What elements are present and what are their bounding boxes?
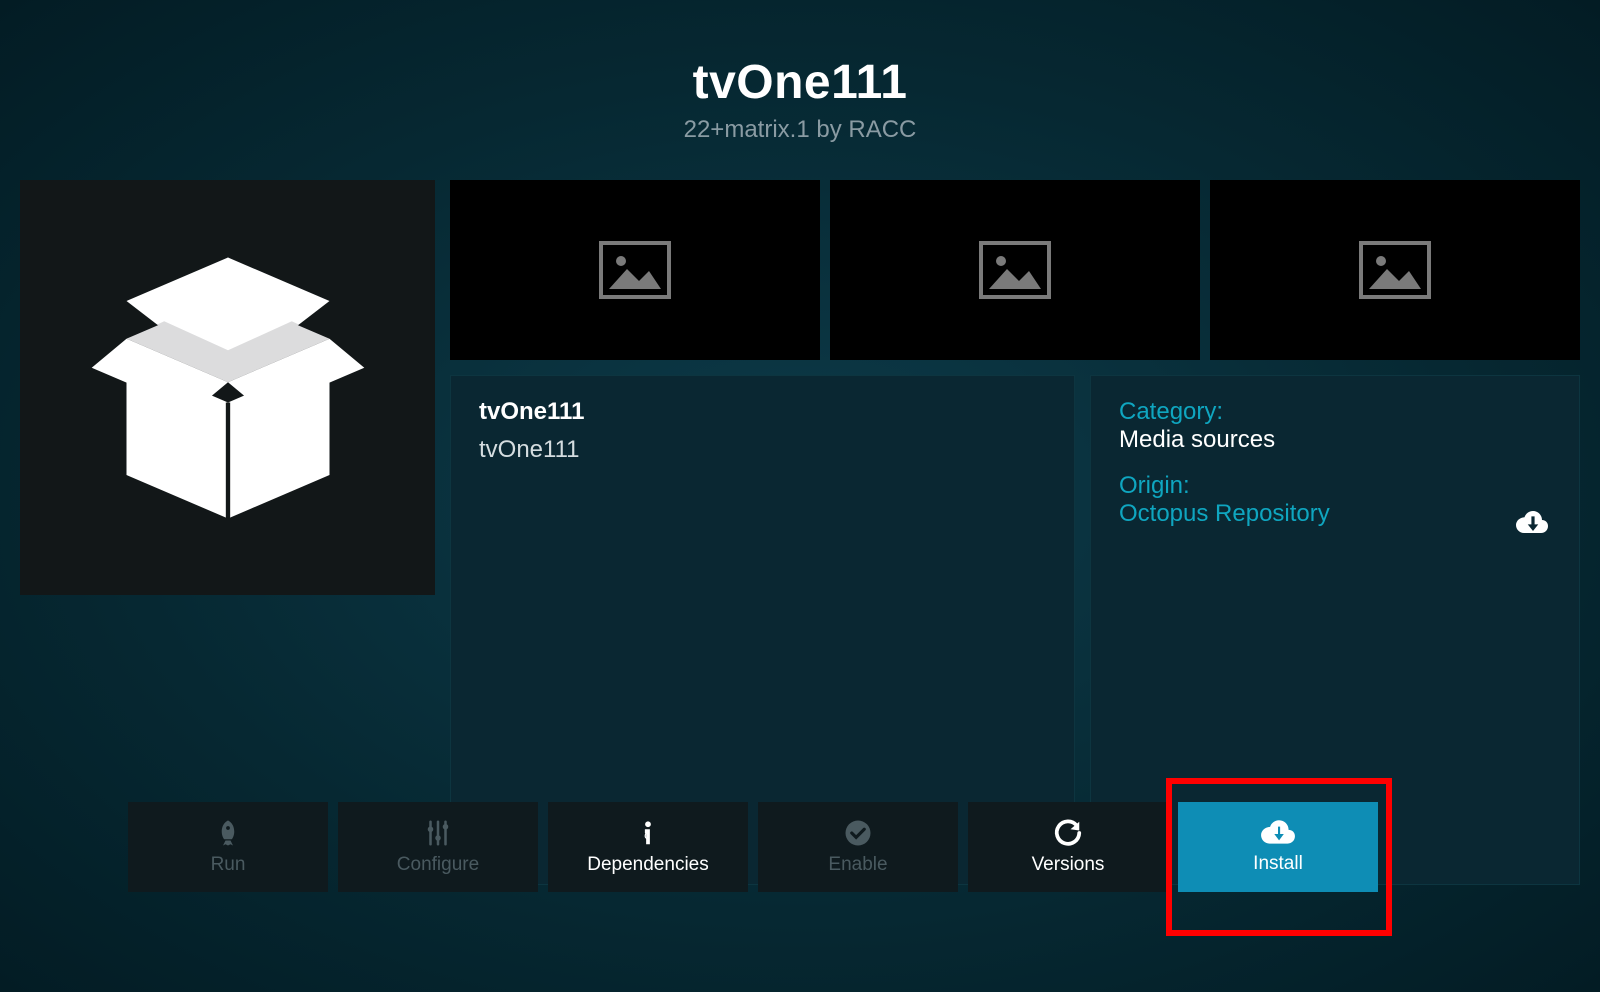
description-text: tvOne111 [479, 436, 1046, 464]
image-placeholder-icon [599, 241, 671, 299]
by-label: by [816, 116, 841, 143]
refresh-icon [1053, 818, 1083, 848]
dependencies-label: Dependencies [587, 854, 708, 876]
versions-label: Versions [1032, 854, 1105, 876]
origin-row: Octopus Repository [1119, 500, 1551, 546]
rocket-icon [213, 818, 243, 848]
run-label: Run [211, 854, 246, 876]
screenshots-row [450, 180, 1580, 360]
enable-label: Enable [828, 854, 887, 876]
category-label: Category: [1119, 398, 1551, 426]
origin-value[interactable]: Octopus Repository [1119, 500, 1330, 528]
image-placeholder-icon [1359, 241, 1431, 299]
open-box-icon [83, 243, 373, 533]
configure-button[interactable]: Configure [338, 802, 538, 892]
run-button[interactable]: Run [128, 802, 328, 892]
screenshot-thumbnail[interactable] [1210, 180, 1580, 360]
description-title: tvOne111 [479, 398, 1046, 426]
versions-button[interactable]: Versions [968, 802, 1168, 892]
addon-author: RACC [848, 116, 916, 143]
cloud-download-icon [1515, 510, 1549, 536]
info-icon [633, 818, 663, 848]
sliders-icon [423, 818, 453, 848]
cloud-install-icon [1260, 819, 1296, 847]
category-value: Media sources [1119, 426, 1551, 454]
check-circle-icon [843, 818, 873, 848]
enable-button[interactable]: Enable [758, 802, 958, 892]
action-buttons-row: Run Configure Dependencies Enable [128, 802, 1378, 892]
addon-version: 22+matrix.1 [684, 116, 810, 143]
configure-label: Configure [397, 854, 479, 876]
addon-icon-box[interactable] [20, 180, 435, 595]
screenshot-thumbnail[interactable] [450, 180, 820, 360]
image-placeholder-icon [979, 241, 1051, 299]
addon-title: tvOne111 [0, 55, 1600, 110]
header: tvOne111 22+matrix.1 by RACC [0, 0, 1600, 144]
install-button[interactable]: Install [1178, 802, 1378, 892]
install-label: Install [1253, 853, 1303, 875]
addon-subtitle: 22+matrix.1 by RACC [0, 116, 1600, 144]
origin-label: Origin: [1119, 472, 1551, 500]
dependencies-button[interactable]: Dependencies [548, 802, 748, 892]
screenshot-thumbnail[interactable] [830, 180, 1200, 360]
